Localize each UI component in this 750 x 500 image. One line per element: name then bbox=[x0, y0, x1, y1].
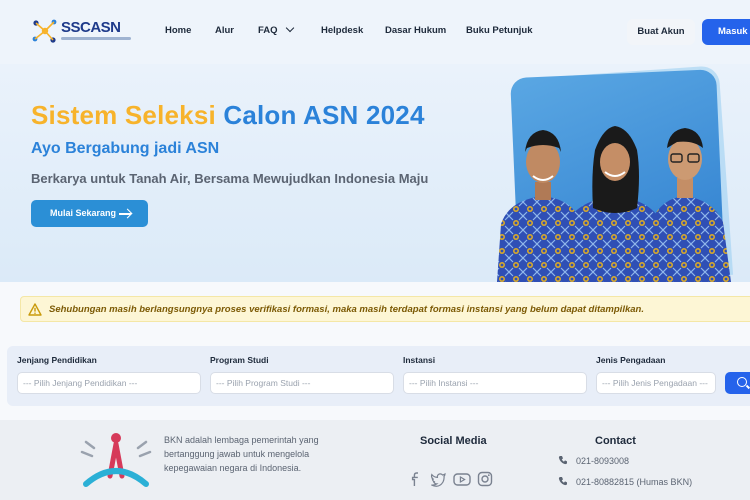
search-button[interactable] bbox=[725, 372, 750, 394]
hero-banner: Sistem Seleksi Calon ASN 2024 Ayo Bergab… bbox=[0, 64, 750, 282]
nav-home[interactable]: Home bbox=[165, 25, 191, 36]
filter-label-instansi: Instansi bbox=[403, 355, 436, 365]
nav-helpdesk[interactable]: Helpdesk bbox=[321, 25, 363, 36]
masuk-button[interactable]: Masuk bbox=[702, 19, 750, 45]
contact-phone-2-text: 021-80882815 (Humas BKN) bbox=[576, 477, 693, 487]
person-middle bbox=[561, 126, 667, 282]
mulai-sekarang-button[interactable]: Mulai Sekarang bbox=[31, 200, 148, 227]
filter-label-jenis-pengadaan: Jenis Pengadaan bbox=[596, 355, 666, 365]
search-icon bbox=[737, 377, 747, 387]
contact-phone-1-text: 021-8093008 bbox=[576, 456, 630, 466]
footer-about: BKN adalah lembaga pemerintah yang berta… bbox=[164, 435, 319, 473]
nav-dasar-hukum[interactable]: Dasar Hukum bbox=[385, 25, 446, 36]
phone-icon bbox=[558, 456, 567, 465]
alert-text: Sehubungan masih berlangsungnya proses v… bbox=[49, 304, 644, 315]
formasi-filter: Jenjang Pendidikan --- Pilih Jenjang Pen… bbox=[7, 346, 750, 406]
bkn-logo-icon bbox=[80, 433, 152, 487]
nav-faq-label: FAQ bbox=[258, 25, 278, 36]
hero-description: Berkarya untuk Tanah Air, Bersama Mewuju… bbox=[31, 171, 429, 186]
logo-asn: ASN bbox=[90, 19, 121, 36]
nav-alur[interactable]: Alur bbox=[215, 25, 234, 36]
select-instansi[interactable]: --- Pilih Instansi --- bbox=[403, 372, 587, 394]
buat-akun-button[interactable]: Buat Akun bbox=[627, 19, 695, 45]
mulai-sekarang-label: Mulai Sekarang bbox=[50, 208, 117, 218]
filter-label-jenjang: Jenjang Pendidikan bbox=[17, 355, 97, 365]
nav-buku-petunjuk[interactable]: Buku Petunjuk bbox=[466, 25, 533, 36]
footer: BKN adalah lembaga pemerintah yang berta… bbox=[0, 420, 750, 500]
select-jenis-pengadaan[interactable]: --- Pilih Jenis Pengadaan --- bbox=[596, 372, 716, 394]
social-media-title: Social Media bbox=[420, 435, 487, 447]
contact-title: Contact bbox=[595, 435, 636, 447]
hero-title-part1: Sistem Seleksi bbox=[31, 100, 216, 130]
twitter-icon[interactable] bbox=[430, 471, 446, 487]
filter-label-program-studi: Program Studi bbox=[210, 355, 269, 365]
logo-text: SSCASN bbox=[61, 19, 121, 36]
ssc-asn-logo[interactable]: SSCASN bbox=[30, 14, 131, 48]
hero-title-part2: Calon ASN 2024 bbox=[223, 100, 425, 130]
instagram-icon[interactable] bbox=[477, 471, 493, 487]
logo-mark-icon bbox=[32, 19, 57, 43]
warning-icon bbox=[28, 303, 42, 316]
contact-phone-1[interactable]: 021-8093008 bbox=[558, 455, 629, 466]
hero-people-illustration bbox=[497, 126, 731, 282]
logo-ssc: SSC bbox=[61, 19, 91, 36]
facebook-icon[interactable] bbox=[408, 471, 424, 487]
logo-tagline bbox=[61, 37, 131, 40]
phone-icon bbox=[558, 477, 567, 486]
select-program-studi[interactable]: --- Pilih Program Studi --- bbox=[210, 372, 394, 394]
formasi-alert: Sehubungan masih berlangsungnya proses v… bbox=[20, 296, 750, 322]
top-navbar: SSCASN Home Alur FAQ Helpdesk Dasar Huku… bbox=[0, 0, 750, 64]
hero-subtitle: Ayo Bergabung jadi ASN bbox=[31, 140, 220, 157]
arrow-right-icon bbox=[119, 213, 131, 215]
youtube-icon[interactable] bbox=[453, 471, 471, 487]
chevron-down-icon bbox=[285, 23, 294, 33]
hero-title: Sistem Seleksi Calon ASN 2024 bbox=[31, 100, 425, 131]
nav-faq[interactable]: FAQ bbox=[258, 23, 294, 36]
select-jenjang-pendidikan[interactable]: --- Pilih Jenjang Pendidikan --- bbox=[17, 372, 201, 394]
contact-phone-2[interactable]: 021-80882815 (Humas BKN) bbox=[558, 476, 692, 487]
